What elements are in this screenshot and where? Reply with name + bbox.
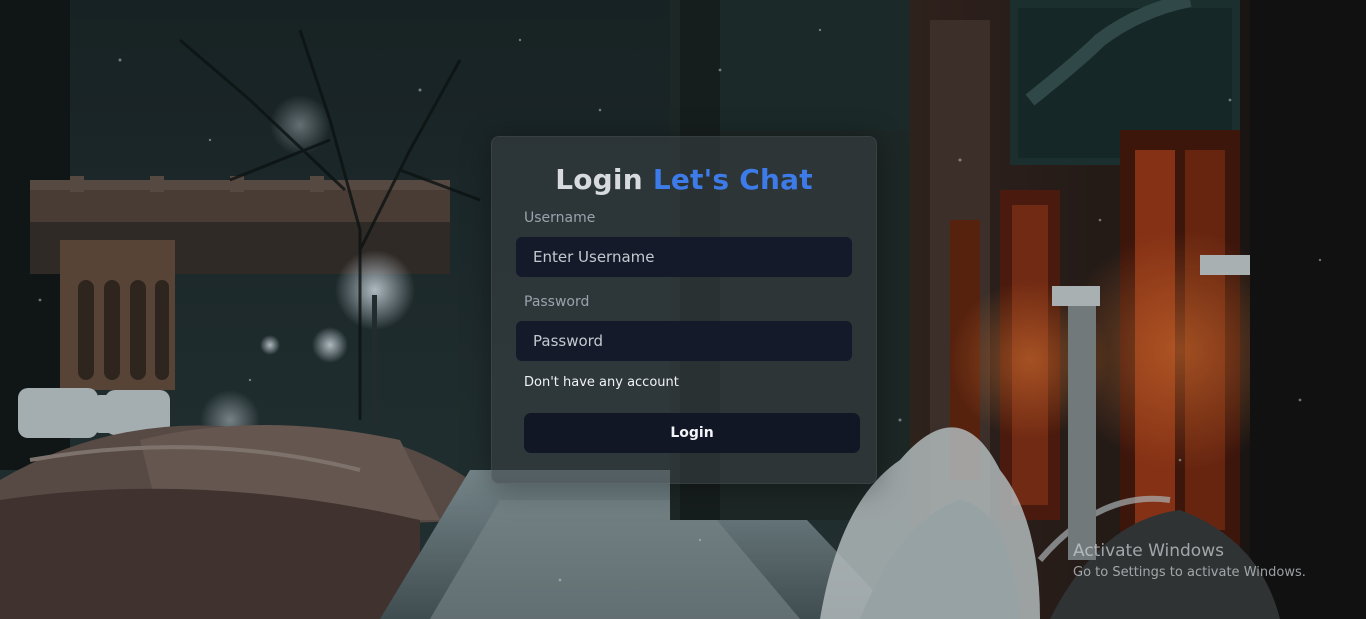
watermark-title: Activate Windows [1073,541,1224,561]
login-card: Login Let's Chat Username Password Don't… [491,136,877,484]
login-title: Login Let's Chat [492,163,876,197]
activate-windows-watermark: Activate Windows Go to Settings to activ… [1073,541,1306,582]
watermark-subtitle: Go to Settings to activate Windows. [1073,565,1306,580]
title-app-name: Let's Chat [652,163,813,196]
username-input[interactable] [516,237,852,277]
password-label: Password [524,294,590,310]
signup-link[interactable]: Don't have any account [524,375,679,391]
username-label: Username [524,210,596,226]
title-login-text: Login [555,163,643,196]
login-button[interactable]: Login [524,413,860,453]
password-input[interactable] [516,321,852,361]
login-page: Login Let's Chat Username Password Don't… [0,0,1366,619]
